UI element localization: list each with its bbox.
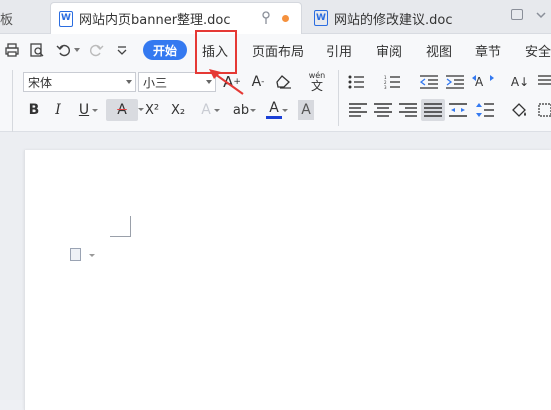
tab-security[interactable]: 安全 xyxy=(525,34,551,66)
margin-corner-mark xyxy=(110,216,131,237)
increase-indent-icon[interactable] xyxy=(446,75,464,89)
font-color-button[interactable]: A xyxy=(266,100,288,120)
pointer-arrow-icon xyxy=(209,69,244,95)
highlight-pen-icon: ab xyxy=(232,102,250,118)
clear-format-icon[interactable] xyxy=(276,75,292,89)
character-shading-button[interactable]: A xyxy=(298,100,314,120)
text-effect-button[interactable]: A xyxy=(198,100,220,120)
bold-button[interactable]: B xyxy=(26,100,42,120)
justify-icon xyxy=(424,103,442,117)
svg-text:A: A xyxy=(475,75,484,89)
tab-second-title: 网站的修改建议.doc xyxy=(334,12,453,28)
tab-view[interactable]: 视图 xyxy=(426,34,452,66)
tab-page-layout[interactable]: 页面布局 xyxy=(252,34,304,66)
phonetic-char: 文 xyxy=(310,79,323,93)
font-name-select[interactable]: 宋体 xyxy=(23,72,136,92)
text-direction-icon[interactable]: A xyxy=(472,74,494,90)
svg-text:3: 3 xyxy=(384,85,387,89)
tab-active-document[interactable]: W 网站内页banner整理.doc xyxy=(50,2,302,34)
word-doc-icon: W xyxy=(59,10,73,27)
document-canvas xyxy=(0,132,551,410)
font-color-icon: A xyxy=(269,100,279,116)
align-left-icon[interactable] xyxy=(349,103,367,117)
home-ribbon: 宋体 小三 A + A- wén 文 B I U A X² X₂ A ab A A … xyxy=(0,66,551,132)
borders-icon[interactable] xyxy=(538,103,551,117)
pin-icon[interactable] xyxy=(261,11,271,25)
tab-references[interactable]: 引用 xyxy=(326,34,352,66)
print-preview-icon[interactable] xyxy=(29,42,45,58)
redo-icon[interactable] xyxy=(88,42,104,58)
phonetic-guide-button[interactable]: wén 文 xyxy=(304,72,330,93)
ribbon-divider xyxy=(338,70,339,126)
font-size-value: 小三 xyxy=(143,75,168,90)
shrink-font-icon: A xyxy=(251,74,262,90)
tab-review[interactable]: 审阅 xyxy=(376,34,402,66)
distributed-align-icon[interactable] xyxy=(449,103,467,117)
italic-button[interactable]: I xyxy=(50,100,66,120)
strikethrough-icon: A xyxy=(117,102,127,118)
show-formatting-icon[interactable] xyxy=(538,75,551,89)
align-right-icon[interactable] xyxy=(399,103,417,117)
chevron-down-icon[interactable] xyxy=(535,9,547,21)
font-name-value: 宋体 xyxy=(28,75,53,90)
menu-bar: 开始 插入 页面布局 引用 审阅 视图 章节 安全 xyxy=(0,34,551,66)
numbered-list-icon[interactable]: 123 xyxy=(384,75,404,89)
sort-button[interactable]: A↓ xyxy=(510,72,530,92)
undo-dropdown-icon[interactable] xyxy=(74,48,80,52)
bullet-list-icon[interactable] xyxy=(348,75,368,89)
chevron-down-icon xyxy=(126,80,132,84)
undo-icon[interactable] xyxy=(56,42,72,58)
strikethrough-button[interactable]: A xyxy=(106,99,144,121)
tab-partial[interactable]: 板 xyxy=(0,2,48,34)
window-mode-icon[interactable] xyxy=(511,9,523,20)
chevron-down-icon[interactable] xyxy=(89,254,95,257)
customize-toolbar-icon[interactable] xyxy=(114,42,130,58)
subscript-button[interactable]: X₂ xyxy=(168,100,188,120)
tab-partial-label: 板 xyxy=(0,12,14,28)
tab-sections[interactable]: 章节 xyxy=(475,34,501,66)
tab-active-title: 网站内页banner整理.doc xyxy=(79,13,231,28)
highlight-button[interactable]: ab xyxy=(232,100,256,120)
decrease-indent-icon[interactable] xyxy=(420,75,438,89)
tab-start[interactable]: 开始 xyxy=(143,40,187,60)
document-page[interactable] xyxy=(24,150,551,410)
superscript-button[interactable]: X² xyxy=(142,100,162,120)
word-doc-icon: W xyxy=(314,10,328,26)
paint-bucket-icon[interactable] xyxy=(510,103,528,117)
unsaved-indicator xyxy=(282,15,289,22)
line-spacing-icon[interactable] xyxy=(476,103,494,117)
ribbon-divider xyxy=(12,70,13,126)
document-outline-icon[interactable] xyxy=(70,248,81,261)
align-center-icon[interactable] xyxy=(374,103,392,117)
print-icon[interactable] xyxy=(4,42,20,58)
font-color-bar xyxy=(266,116,282,119)
underline-button[interactable]: U xyxy=(76,100,98,120)
justify-button[interactable] xyxy=(421,99,445,121)
document-tab-bar: 板 W 网站内页banner整理.doc W 网站的修改建议.doc xyxy=(0,0,551,34)
shrink-font-button[interactable]: A- xyxy=(248,72,268,92)
